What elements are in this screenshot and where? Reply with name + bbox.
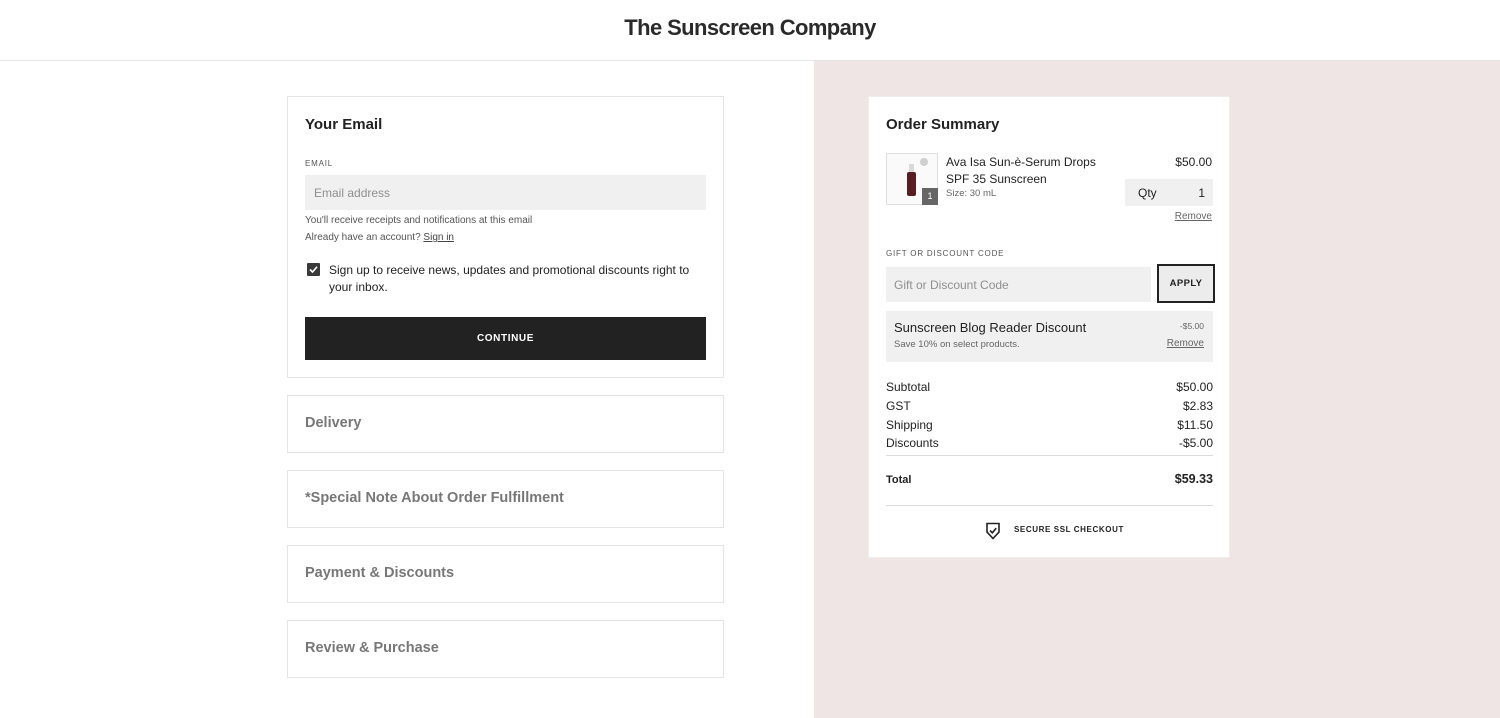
remove-item-link[interactable]: Remove — [1175, 211, 1212, 222]
discounts-value: -$5.00 — [1178, 436, 1213, 450]
product-dropper-shape — [920, 158, 928, 166]
gst-value: $2.83 — [1182, 399, 1213, 413]
product-bottle-shape — [907, 172, 916, 196]
gst-row: GST $2.83 — [886, 399, 1213, 413]
brand-logo[interactable]: The Sunscreen Company — [0, 15, 1500, 41]
checkmark-icon — [309, 266, 318, 274]
discount-code-label: GIFT OR DISCOUNT CODE — [886, 249, 1005, 258]
secure-checkout-label: SECURE SSL CHECKOUT — [1014, 525, 1124, 534]
subtotal-row: Subtotal $50.00 — [886, 380, 1213, 394]
apply-button[interactable]: APPLY — [1157, 264, 1215, 303]
newsletter-checkbox[interactable] — [307, 263, 320, 276]
totals-divider — [886, 455, 1213, 456]
product-name: Ava Isa Sun-è-Serum Drops SPF 35 Sunscre… — [946, 155, 1096, 186]
subtotal-value: $50.00 — [1176, 380, 1213, 394]
product-size: Size: 30 mL — [946, 188, 997, 199]
discount-amount: -$5.00 — [1179, 321, 1204, 331]
total-row: Total $59.33 — [886, 472, 1213, 486]
newsletter-label[interactable]: Sign up to receive news, updates and pro… — [329, 262, 699, 296]
gst-label: GST — [886, 399, 911, 413]
discounts-label: Discounts — [886, 436, 939, 450]
email-helper-text: You'll receive receipts and notification… — [305, 215, 533, 226]
remove-discount-link[interactable]: Remove — [1167, 338, 1204, 349]
order-summary-title: Order Summary — [886, 116, 1000, 133]
discount-code-input[interactable] — [886, 267, 1151, 302]
email-input[interactable] — [305, 175, 706, 210]
step-delivery[interactable]: Delivery — [287, 395, 724, 453]
subtotal-label: Subtotal — [886, 380, 931, 394]
total-label: Total — [886, 474, 912, 486]
step-payment[interactable]: Payment & Discounts — [287, 545, 724, 603]
email-section-title: Your Email — [305, 116, 383, 133]
footer-divider — [886, 505, 1213, 506]
step-payment-title: Payment & Discounts — [305, 565, 455, 581]
qty-value[interactable]: 1 — [1198, 186, 1205, 200]
shipping-label: Shipping — [886, 418, 933, 432]
continue-button[interactable]: CONTINUE — [305, 317, 706, 360]
email-section: Your Email EMAIL You'll receive receipts… — [287, 96, 724, 378]
shipping-row: Shipping $11.50 — [886, 418, 1213, 432]
product-price: $50.00 — [1175, 155, 1212, 169]
discounts-row: Discounts -$5.00 — [886, 436, 1213, 450]
site-header: The Sunscreen Company — [0, 0, 1500, 61]
shipping-value: $11.50 — [1177, 418, 1213, 432]
applied-discount: Sunscreen Blog Reader Discount Save 10% … — [886, 311, 1213, 362]
product-thumbnail: 1 — [886, 153, 938, 205]
step-review[interactable]: Review & Purchase — [287, 620, 724, 678]
discount-name: Sunscreen Blog Reader Discount — [894, 320, 1087, 335]
step-delivery-title: Delivery — [305, 415, 362, 431]
quantity-field[interactable]: Qty 1 — [1125, 179, 1213, 206]
step-special-note-title: *Special Note About Order Fulfillment — [305, 490, 564, 506]
order-summary: Order Summary 1 Ava Isa Sun-è-Serum Drop… — [868, 96, 1230, 558]
email-label: EMAIL — [305, 159, 334, 168]
quantity-badge: 1 — [922, 188, 938, 205]
account-prompt-text: Already have an account? — [305, 232, 421, 243]
total-value: $59.33 — [1174, 472, 1213, 486]
step-special-note[interactable]: *Special Note About Order Fulfillment — [287, 470, 724, 528]
qty-label: Qty — [1138, 186, 1157, 200]
account-prompt: Already have an account? Sign in — [305, 232, 454, 243]
discount-description: Save 10% on select products. — [894, 339, 1020, 350]
step-review-title: Review & Purchase — [305, 640, 439, 656]
shield-check-icon — [986, 522, 1000, 540]
sign-in-link[interactable]: Sign in — [423, 232, 454, 243]
